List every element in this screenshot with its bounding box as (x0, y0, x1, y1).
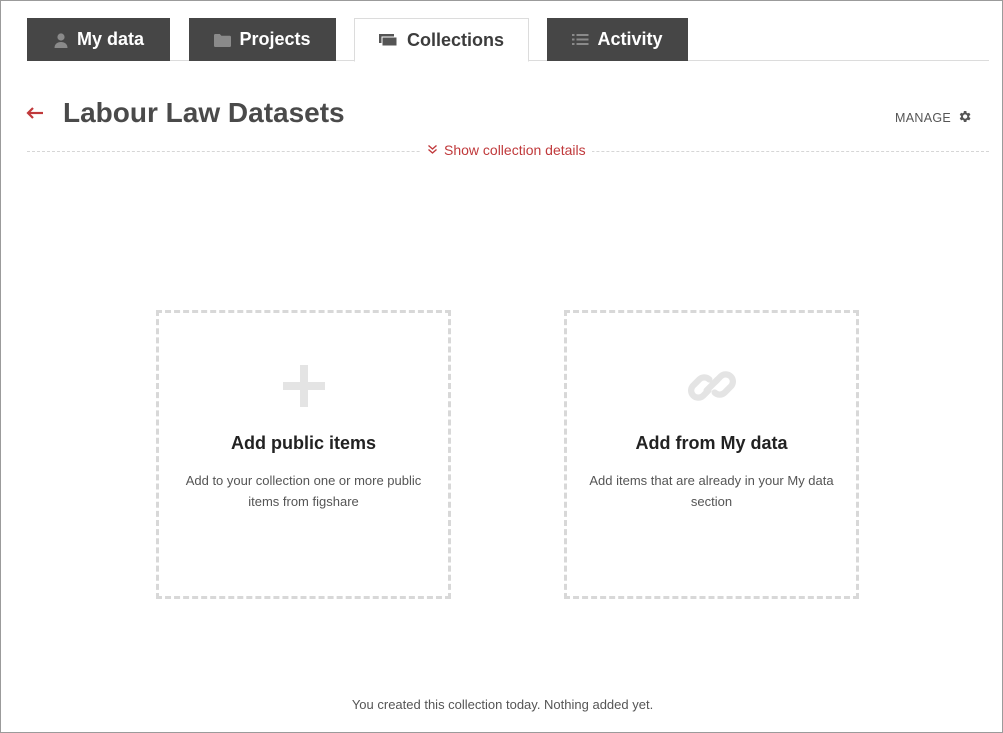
plus-icon (279, 361, 329, 411)
list-icon (572, 33, 589, 46)
collections-icon (378, 33, 399, 47)
app-frame: My data Projects Collections Activity La… (0, 0, 1003, 733)
manage-label: MANAGE (895, 111, 951, 125)
user-icon (53, 32, 69, 48)
add-public-items-card[interactable]: Add public items Add to your collection … (156, 310, 451, 599)
tab-activity[interactable]: Activity (547, 18, 688, 61)
collection-status-note: You created this collection today. Nothi… (351, 697, 654, 712)
manage-button[interactable]: MANAGE (895, 109, 972, 127)
card-description: Add to your collection one or more publi… (185, 473, 422, 509)
tab-label: Activity (597, 29, 663, 49)
link-icon (687, 361, 737, 411)
tab-label: My data (76, 29, 145, 49)
tab-label: Collections (406, 29, 504, 50)
main-tabs: My data Projects Collections Activity (27, 18, 989, 62)
card-description: Add items that are already in your My da… (589, 473, 834, 509)
tab-label: Projects (239, 29, 311, 49)
card-title: Add from My data (635, 433, 788, 453)
add-from-my-data-card[interactable]: Add from My data Add items that are alre… (564, 310, 859, 599)
gear-icon (957, 109, 972, 127)
tab-my-data[interactable]: My data (27, 18, 170, 61)
double-chevron-down-icon (427, 142, 438, 158)
tab-projects[interactable]: Projects (189, 18, 336, 61)
show-collection-details-link[interactable]: Show collection details (421, 142, 592, 158)
show-details-label: Show collection details (444, 142, 586, 158)
page-title: Labour Law Datasets (63, 97, 345, 128)
back-arrow-icon[interactable] (26, 103, 46, 123)
tab-collections[interactable]: Collections (354, 18, 529, 62)
folder-icon (214, 33, 232, 47)
card-title: Add public items (230, 433, 376, 453)
